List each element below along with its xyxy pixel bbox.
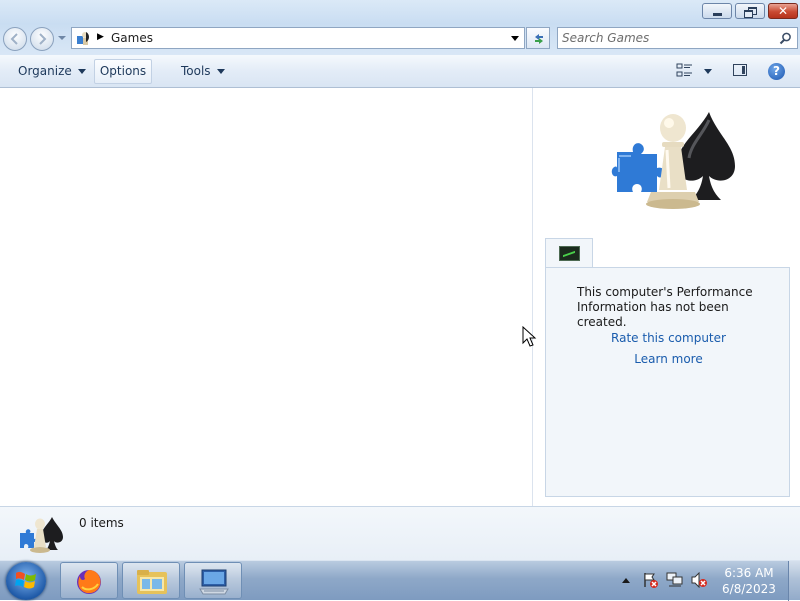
start-button[interactable] [6,562,46,600]
taskbar-remote-desktop[interactable] [184,562,242,599]
system-clock[interactable]: 6:36 AM 6/8/2023 [712,565,786,597]
chevron-down-icon [77,69,86,74]
back-arrow-icon [10,33,18,45]
breadcrumb-games[interactable]: Games [111,31,153,45]
rate-this-computer-link[interactable]: Rate this computer [546,331,791,345]
view-options-icon [676,63,692,77]
navigation-bar: ▶ Games [0,24,800,55]
recent-pages-dropdown[interactable] [58,36,66,40]
tools-menu[interactable]: Tools [175,59,231,83]
volume-muted-icon[interactable] [691,572,707,588]
refresh-icon [535,34,543,44]
options-label: Options [99,64,147,78]
organize-label: Organize [18,64,72,78]
minimize-button[interactable] [702,3,732,19]
preview-pane-toggle[interactable] [733,64,747,76]
taskbar-windows-explorer[interactable] [122,562,180,599]
performance-monitor-icon [559,246,580,261]
games-folder-icon [77,32,89,45]
close-button[interactable]: ✕ [768,3,798,19]
options-button[interactable]: Options [94,59,152,84]
explorer-icon [137,570,167,594]
address-history-dropdown[interactable] [511,36,519,41]
chevron-down-icon [216,69,225,74]
breadcrumb-separator: ▶ [97,32,104,42]
minimize-icon [703,4,731,18]
change-view-button[interactable] [676,63,716,81]
tools-label: Tools [181,64,211,78]
performance-message: This computer's Performance Information … [577,285,753,329]
learn-more-link[interactable]: Learn more [546,352,791,366]
network-icon[interactable] [666,572,684,588]
show-desktop-button[interactable] [788,561,800,601]
file-list-area[interactable] [0,88,532,506]
action-center-icon[interactable] [642,572,658,588]
back-button[interactable] [3,27,27,51]
organize-menu[interactable]: Organize [12,59,92,83]
taskbar: 6:36 AM 6/8/2023 [0,560,800,601]
item-count: 0 items [79,516,124,530]
forward-button[interactable] [30,27,54,51]
firefox-icon [77,570,101,594]
window-title-bar: ✕ [0,0,800,24]
clock-time: 6:36 AM [724,566,774,580]
taskbar-firefox[interactable] [60,562,118,599]
forward-arrow-icon [39,33,47,45]
restore-button[interactable] [735,3,765,19]
remote-desktop-icon [199,569,229,595]
show-hidden-icons[interactable] [622,578,630,583]
windows-logo-icon [15,571,36,589]
performance-panel: This computer's Performance Information … [545,267,790,497]
games-explorer-icon [611,112,735,209]
search-input[interactable] [562,30,772,46]
address-bar[interactable]: ▶ Games [71,27,525,49]
performance-tab[interactable] [545,238,593,268]
search-box[interactable] [557,27,798,49]
preview-pane: This computer's Performance Information … [532,88,800,506]
restore-icon [736,4,764,18]
help-button[interactable]: ? [768,63,785,80]
details-pane: 0 items [0,506,800,560]
command-bar: Organize Options Tools [0,55,800,88]
refresh-button[interactable] [526,27,550,49]
clock-date: 6/8/2023 [722,582,776,596]
close-icon: ✕ [777,4,789,18]
search-icon[interactable] [779,32,792,45]
chevron-down-icon[interactable] [704,69,712,74]
mouse-cursor-icon [522,326,537,347]
games-folder-icon [20,517,63,553]
